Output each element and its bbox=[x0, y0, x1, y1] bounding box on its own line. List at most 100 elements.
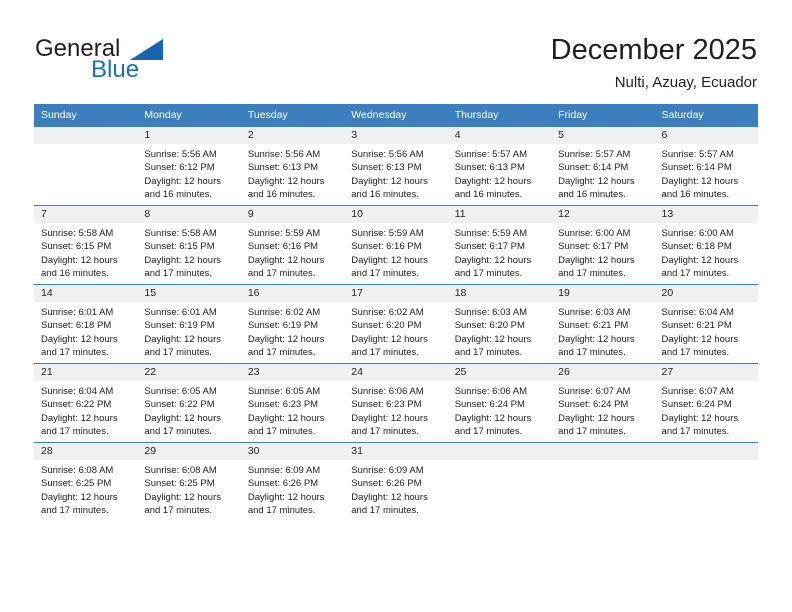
day-info bbox=[655, 460, 758, 464]
calendar-day-cell[interactable]: 8 Sunrise: 5:58 AM Sunset: 6:15 PM Daylight… bbox=[137, 205, 241, 285]
sunrise-text: Sunrise: 5:59 AM bbox=[454, 228, 528, 239]
daylight-text-line1: Daylight: 12 hours bbox=[247, 491, 325, 503]
calendar-day-cell[interactable]: 10 Sunrise: 5:59 AM Sunset: 6:16 PM Dayligh… bbox=[344, 205, 448, 285]
calendar-day-cell[interactable]: 29 Sunrise: 6:08 AM Sunset: 6:25 PM Dayligh… bbox=[137, 442, 241, 521]
calendar-day-cell[interactable]: 31 Sunrise: 6:09 AM Sunset: 6:26 PM Dayligh… bbox=[344, 442, 448, 521]
daylight-text-line1: Daylight: 12 hours bbox=[558, 333, 635, 345]
brand-logo[interactable]: General Blue bbox=[35, 36, 245, 88]
daylight-text-line1: Daylight: 12 hours bbox=[558, 175, 635, 187]
sunrise-text: Sunrise: 5:59 AM bbox=[351, 228, 424, 239]
day-number: 8 bbox=[137, 206, 241, 223]
day-info: Sunrise: 6:01 AM Sunset: 6:18 PM Daylight:… bbox=[34, 302, 137, 360]
sunset-text: Sunset: 6:19 PM bbox=[247, 320, 319, 332]
daylight-text-line2: and 17 minutes. bbox=[558, 347, 626, 359]
day-number: 4 bbox=[447, 127, 552, 144]
day-info: Sunrise: 6:02 AM Sunset: 6:20 PM Daylight:… bbox=[344, 302, 447, 360]
day-number: 7 bbox=[34, 206, 138, 223]
calendar-day-cell[interactable]: 28 Sunrise: 6:08 AM Sunset: 6:25 PM Dayligh… bbox=[34, 442, 138, 521]
day-info: Sunrise: 6:00 AM Sunset: 6:18 PM Daylight:… bbox=[655, 223, 758, 281]
day-10: 10 Sunrise: 5:59 AM Sunset: 6:16 PM Dayligh… bbox=[344, 206, 448, 284]
calendar-day-cell[interactable]: 15 Sunrise: 6:01 AM Sunset: 6:19 PM Dayligh… bbox=[137, 284, 241, 364]
day-11: 11 Sunrise: 5:59 AM Sunset: 6:17 PM Dayligh… bbox=[447, 206, 552, 284]
sunset-text: Sunset: 6:22 PM bbox=[144, 399, 215, 411]
calendar-day-cell[interactable]: 20 Sunrise: 6:04 AM Sunset: 6:21 PM Dayligh… bbox=[654, 284, 758, 364]
day-info bbox=[34, 144, 137, 148]
sunrise-text: Sunrise: 6:04 AM bbox=[661, 307, 734, 318]
calendar-day-cell[interactable]: 6 Sunrise: 5:57 AM Sunset: 6:14 PM Daylight… bbox=[654, 126, 758, 206]
day-info: Sunrise: 5:57 AM Sunset: 6:13 PM Daylight:… bbox=[448, 144, 551, 202]
calendar-day-cell[interactable] bbox=[447, 442, 552, 521]
sunrise-text: Sunrise: 6:03 AM bbox=[454, 307, 528, 318]
calendar-day-cell[interactable] bbox=[551, 442, 655, 521]
sunrise-text: Sunrise: 6:05 AM bbox=[144, 386, 217, 397]
calendar-header-row: Sunday Monday Tuesday Wednesday Thursday… bbox=[34, 104, 758, 127]
day-number: 23 bbox=[240, 364, 345, 381]
day-number: 11 bbox=[447, 206, 552, 223]
daylight-text-line1: Daylight: 12 hours bbox=[41, 333, 118, 345]
daylight-text-line1: Daylight: 12 hours bbox=[351, 254, 428, 266]
day-number: 25 bbox=[447, 364, 552, 381]
calendar-day-cell[interactable]: 11 Sunrise: 5:59 AM Sunset: 6:17 PM Dayligh… bbox=[447, 205, 552, 285]
calendar-day-cell[interactable]: 7 Sunrise: 5:58 AM Sunset: 6:15 PM Daylight… bbox=[34, 205, 138, 285]
weekday-header-monday: Monday bbox=[137, 104, 241, 127]
day-6: 6 Sunrise: 5:57 AM Sunset: 6:14 PM Daylight… bbox=[654, 127, 758, 205]
day-info: Sunrise: 6:08 AM Sunset: 6:25 PM Daylight:… bbox=[137, 460, 240, 518]
calendar-day-cell[interactable]: 27 Sunrise: 6:07 AM Sunset: 6:24 PM Dayligh… bbox=[654, 363, 758, 443]
daylight-text-line1: Daylight: 12 hours bbox=[247, 175, 325, 187]
calendar-day-cell[interactable] bbox=[654, 442, 758, 521]
calendar-day-cell[interactable]: 26 Sunrise: 6:07 AM Sunset: 6:24 PM Dayligh… bbox=[551, 363, 655, 443]
calendar-day-cell[interactable]: 1 Sunrise: 5:56 AM Sunset: 6:12 PM Daylight… bbox=[137, 126, 241, 206]
sunrise-text: Sunrise: 5:56 AM bbox=[144, 149, 217, 160]
day-27: 27 Sunrise: 6:07 AM Sunset: 6:24 PM Dayligh… bbox=[654, 364, 758, 442]
day-info: Sunrise: 6:03 AM Sunset: 6:21 PM Daylight:… bbox=[551, 302, 654, 360]
calendar-week-row: 7 Sunrise: 5:58 AM Sunset: 6:15 PM Daylight… bbox=[34, 205, 758, 285]
day-30: 30 Sunrise: 6:09 AM Sunset: 6:26 PM Dayligh… bbox=[240, 443, 345, 521]
calendar-day-cell[interactable]: 4 Sunrise: 5:57 AM Sunset: 6:13 PM Daylight… bbox=[447, 126, 552, 206]
day-number: 9 bbox=[240, 206, 345, 223]
calendar-day-cell[interactable]: 9 Sunrise: 5:59 AM Sunset: 6:16 PM Daylight… bbox=[240, 205, 345, 285]
calendar-day-cell[interactable]: 22 Sunrise: 6:05 AM Sunset: 6:22 PM Dayligh… bbox=[137, 363, 241, 443]
sunset-text: Sunset: 6:22 PM bbox=[41, 399, 112, 411]
sunset-text: Sunset: 6:18 PM bbox=[41, 320, 112, 332]
calendar-day-cell[interactable]: 24 Sunrise: 6:06 AM Sunset: 6:23 PM Dayligh… bbox=[344, 363, 448, 443]
daylight-text-line1: Daylight: 12 hours bbox=[41, 491, 118, 503]
calendar-day-cell[interactable]: 19 Sunrise: 6:03 AM Sunset: 6:21 PM Dayligh… bbox=[551, 284, 655, 364]
day-info: Sunrise: 5:59 AM Sunset: 6:17 PM Daylight:… bbox=[448, 223, 551, 281]
calendar-day-cell[interactable]: 21 Sunrise: 6:04 AM Sunset: 6:22 PM Dayligh… bbox=[34, 363, 138, 443]
day-number: 27 bbox=[654, 364, 758, 381]
sunrise-text: Sunrise: 6:00 AM bbox=[661, 228, 734, 239]
calendar-day-cell[interactable]: 23 Sunrise: 6:05 AM Sunset: 6:23 PM Dayligh… bbox=[240, 363, 345, 443]
calendar-day-cell[interactable]: 17 Sunrise: 6:02 AM Sunset: 6:20 PM Dayligh… bbox=[344, 284, 448, 364]
title-block: December 2025 Nulti, Azuay, Ecuador bbox=[551, 33, 757, 92]
daylight-text-line1: Daylight: 12 hours bbox=[351, 412, 428, 424]
daylight-text-line1: Daylight: 12 hours bbox=[454, 412, 532, 424]
calendar-day-cell[interactable]: 2 Sunrise: 5:56 AM Sunset: 6:13 PM Daylight… bbox=[240, 126, 345, 206]
daylight-text-line2: and 17 minutes. bbox=[41, 347, 109, 359]
calendar-day-cell[interactable] bbox=[34, 126, 138, 206]
calendar-day-cell[interactable]: 5 Sunrise: 5:57 AM Sunset: 6:14 PM Daylight… bbox=[551, 126, 655, 206]
calendar-day-cell[interactable]: 3 Sunrise: 5:56 AM Sunset: 6:13 PM Daylight… bbox=[344, 126, 448, 206]
calendar-day-cell[interactable]: 30 Sunrise: 6:09 AM Sunset: 6:26 PM Dayligh… bbox=[240, 442, 345, 521]
daylight-text-line2: and 16 minutes. bbox=[351, 189, 419, 201]
calendar-day-cell[interactable]: 14 Sunrise: 6:01 AM Sunset: 6:18 PM Dayligh… bbox=[34, 284, 138, 364]
day-number bbox=[551, 443, 655, 460]
daylight-text-line1: Daylight: 12 hours bbox=[41, 254, 118, 266]
calendar-day-cell[interactable]: 18 Sunrise: 6:03 AM Sunset: 6:20 PM Dayligh… bbox=[447, 284, 552, 364]
day-info: Sunrise: 5:58 AM Sunset: 6:15 PM Daylight:… bbox=[137, 223, 240, 281]
sunset-text: Sunset: 6:20 PM bbox=[351, 320, 422, 332]
sunrise-text: Sunrise: 6:02 AM bbox=[247, 307, 321, 318]
day-number: 30 bbox=[240, 443, 345, 460]
day-info: Sunrise: 6:05 AM Sunset: 6:22 PM Daylight:… bbox=[137, 381, 240, 439]
daylight-text-line2: and 17 minutes. bbox=[351, 268, 419, 280]
calendar-day-cell[interactable]: 13 Sunrise: 6:00 AM Sunset: 6:18 PM Dayligh… bbox=[654, 205, 758, 285]
day-number: 5 bbox=[551, 127, 655, 144]
calendar-day-cell[interactable]: 12 Sunrise: 6:00 AM Sunset: 6:17 PM Dayligh… bbox=[551, 205, 655, 285]
daylight-text-line1: Daylight: 12 hours bbox=[247, 254, 325, 266]
daylight-text-line2: and 17 minutes. bbox=[247, 505, 316, 517]
daylight-text-line1: Daylight: 12 hours bbox=[144, 491, 221, 503]
day-info: Sunrise: 6:02 AM Sunset: 6:19 PM Daylight:… bbox=[241, 302, 344, 360]
sunrise-text: Sunrise: 5:57 AM bbox=[558, 149, 631, 160]
calendar-day-cell[interactable]: 25 Sunrise: 6:06 AM Sunset: 6:24 PM Dayligh… bbox=[447, 363, 552, 443]
calendar-day-cell[interactable]: 16 Sunrise: 6:02 AM Sunset: 6:19 PM Dayligh… bbox=[240, 284, 345, 364]
daylight-text-line1: Daylight: 12 hours bbox=[351, 333, 428, 345]
